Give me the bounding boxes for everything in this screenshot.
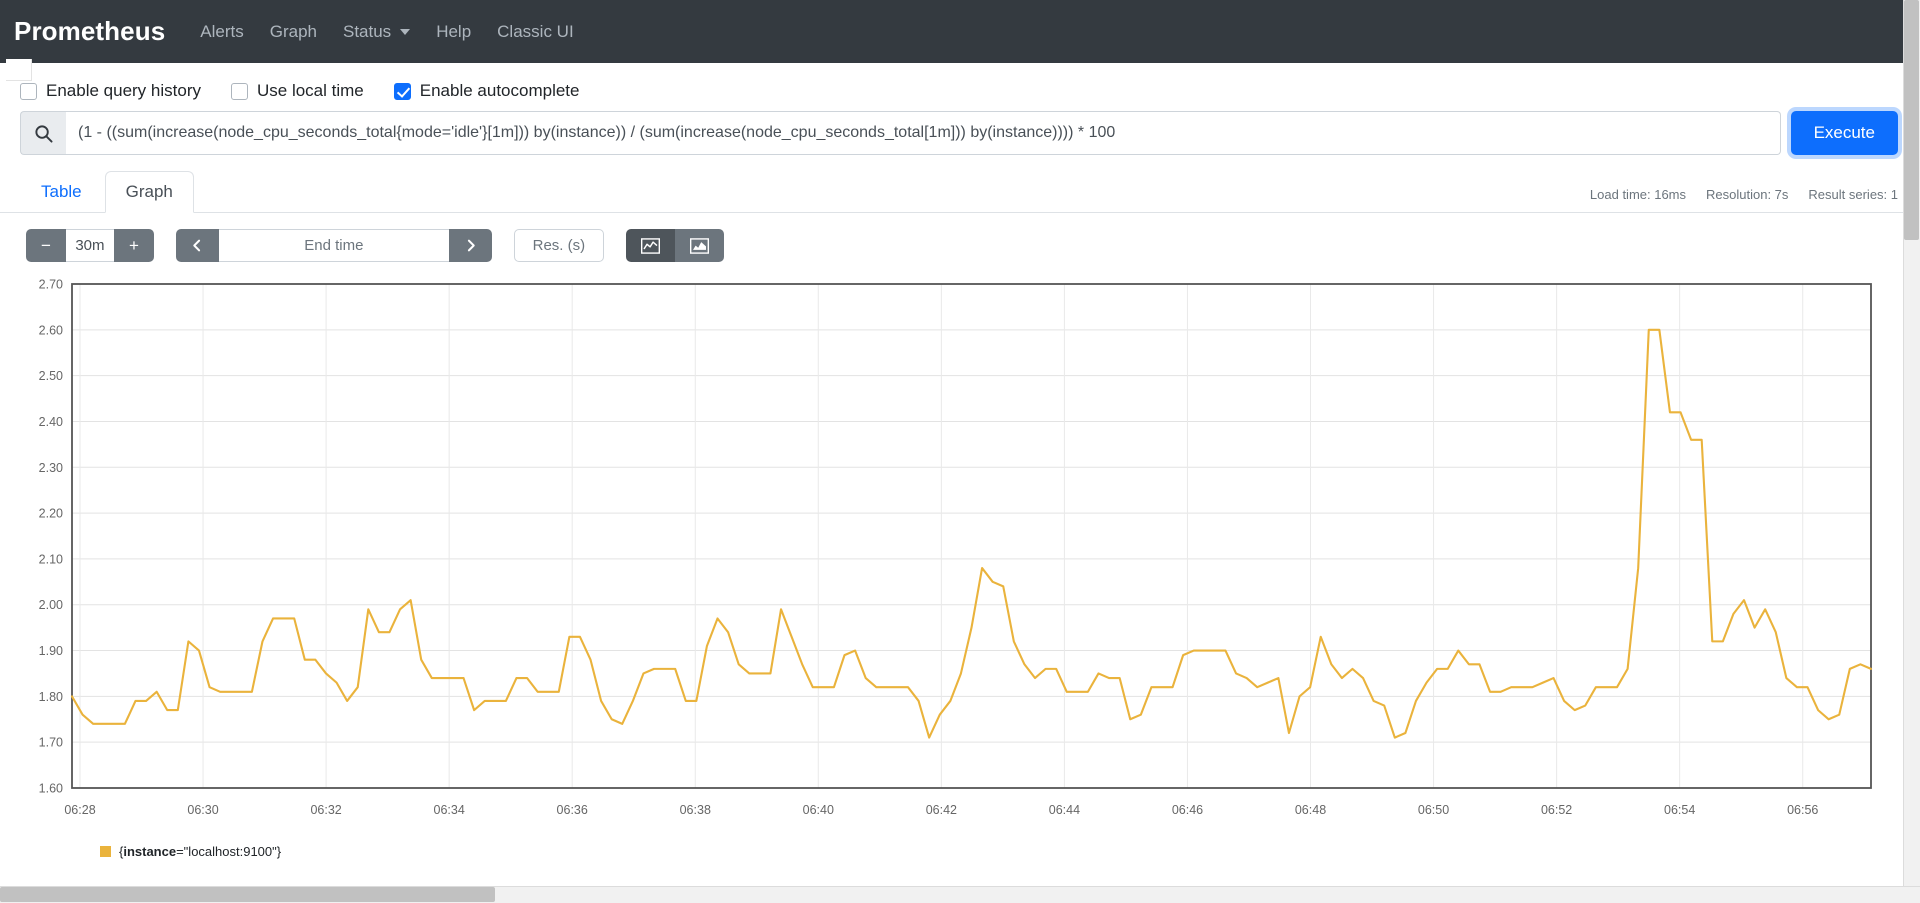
- chevron-right-icon: [467, 239, 475, 252]
- x-axis-tick-label: 06:42: [926, 803, 957, 817]
- checkbox-query-history-label: Enable query history: [46, 81, 201, 100]
- x-axis-tick-label: 06:48: [1295, 803, 1326, 817]
- stat-load-time: Load time: 16ms: [1589, 187, 1687, 202]
- endtime-input[interactable]: End time: [218, 229, 449, 262]
- area-chart-icon: [689, 237, 709, 254]
- brand-prometheus[interactable]: Prometheus: [14, 16, 165, 47]
- x-axis-tick-label: 06:50: [1418, 803, 1449, 817]
- y-axis-tick-label: 1.80: [39, 690, 63, 704]
- nav-item-classic-ui[interactable]: Classic UI: [484, 14, 587, 50]
- nav-item-help-label: Help: [436, 21, 472, 41]
- x-axis-tick-label: 06:46: [1172, 803, 1203, 817]
- y-axis-tick-label: 2.40: [39, 415, 63, 429]
- x-axis-tick-label: 06:44: [1049, 803, 1080, 817]
- chart-legend: {instance="localhost:9100"}: [0, 826, 1920, 859]
- line-chart-icon: [640, 237, 660, 254]
- checkbox-query-history[interactable]: Enable query history: [20, 81, 201, 101]
- nav-item-alerts[interactable]: Alerts: [187, 14, 256, 50]
- y-axis-tick-label: 1.90: [39, 644, 63, 658]
- result-tabs: Table Graph: [20, 171, 194, 213]
- x-axis-tick-label: 06:40: [803, 803, 834, 817]
- x-axis-tick-label: 06:54: [1664, 803, 1695, 817]
- checkbox-query-history-box[interactable]: [20, 82, 37, 100]
- x-axis-tick-label: 06:36: [557, 803, 588, 817]
- range-control-group: − 30m +: [26, 229, 154, 262]
- x-axis-tick-label: 06:56: [1787, 803, 1818, 817]
- nav-item-classic-ui-label: Classic UI: [497, 21, 574, 41]
- vertical-scrollbar[interactable]: [1903, 0, 1920, 903]
- checkbox-autocomplete[interactable]: Enable autocomplete: [393, 81, 580, 101]
- y-axis-tick-label: 1.70: [39, 736, 63, 750]
- y-axis-tick-label: 2.00: [39, 598, 63, 612]
- chevron-left-icon: [193, 239, 200, 252]
- result-tabs-row: Table Graph Load time: 16ms Resolution: …: [0, 155, 1920, 213]
- query-options-row: Enable query history Use local time Enab…: [0, 63, 1920, 111]
- y-axis-tick-label: 2.10: [39, 552, 63, 566]
- x-axis-tick-label: 06:30: [187, 803, 218, 817]
- nav-item-graph-label: Graph: [269, 21, 317, 41]
- series-line-localhost-9100: [70, 328, 1873, 739]
- checkbox-autocomplete-box[interactable]: [393, 82, 411, 100]
- range-increase-button[interactable]: +: [113, 229, 154, 262]
- x-axis-tick-label: 06:32: [310, 803, 341, 817]
- x-axis-tick-label: 06:38: [680, 803, 711, 817]
- render-artifact-edge: [6, 59, 32, 81]
- vertical-scrollbar-thumb[interactable]: [1904, 0, 1919, 240]
- checkbox-autocomplete-label: Enable autocomplete: [419, 81, 580, 100]
- y-axis-tick-label: 2.30: [39, 461, 63, 475]
- chevron-down-icon: [400, 28, 411, 35]
- endtime-control-group: End time: [175, 229, 492, 262]
- checkbox-local-time-box[interactable]: [230, 82, 248, 100]
- chart-type-line-button[interactable]: [625, 229, 675, 262]
- y-axis-tick-label: 1.60: [39, 782, 63, 796]
- nav-item-status-label: Status: [342, 21, 392, 41]
- range-decrease-button[interactable]: −: [26, 229, 66, 262]
- y-axis-tick-label: 2.20: [39, 507, 63, 521]
- execute-button[interactable]: Execute: [1790, 111, 1898, 155]
- graph-controls: − 30m + End time Res. (s): [0, 213, 1920, 262]
- nav-item-status[interactable]: Status: [330, 14, 423, 50]
- chart-type-stacked-button[interactable]: [674, 229, 724, 262]
- navbar: Prometheus Alerts Graph Status Help Clas…: [0, 0, 1920, 63]
- y-axis-tick-label: 2.60: [39, 323, 63, 337]
- nav-item-alerts-label: Alerts: [200, 21, 244, 41]
- horizontal-scrollbar-thumb[interactable]: [0, 887, 495, 902]
- stat-resolution: Resolution: 7s: [1706, 187, 1789, 202]
- legend-series-label[interactable]: {instance="localhost:9100"}: [119, 844, 281, 859]
- x-axis-tick-label: 06:28: [64, 803, 95, 817]
- timeseries-chart[interactable]: 2.70 2.60 2.50 2.40 2.30 2.20 2.10 2.00 1.90 1.80…: [26, 276, 1876, 821]
- graph-panel: 2.70 2.60 2.50 2.40 2.30 2.20 2.10 2.00 1.90 1.80…: [0, 262, 1920, 826]
- y-axis-tick-label: 2.50: [39, 369, 63, 383]
- horizontal-scrollbar[interactable]: [0, 886, 1920, 903]
- resolution-input[interactable]: Res. (s): [513, 229, 604, 262]
- endtime-prev-button[interactable]: [175, 229, 219, 262]
- y-axis-tick-label: 2.70: [39, 278, 63, 292]
- checkbox-local-time-label: Use local time: [256, 81, 364, 100]
- legend-color-swatch: [100, 846, 111, 857]
- nav-item-help[interactable]: Help: [423, 14, 484, 50]
- chart-type-group: [625, 229, 724, 262]
- stat-result-series: Result series: 1: [1808, 187, 1898, 202]
- query-stats: Load time: 16ms Resolution: 7s Result se…: [1590, 187, 1898, 212]
- x-axis-tick-label: 06:34: [434, 803, 465, 817]
- range-input[interactable]: 30m: [65, 229, 114, 262]
- endtime-next-button[interactable]: [448, 229, 492, 262]
- tab-table[interactable]: Table: [20, 171, 103, 213]
- query-row: (1 - ((sum(increase(node_cpu_seconds_tot…: [0, 111, 1920, 155]
- tab-graph[interactable]: Graph: [104, 171, 194, 213]
- query-expression-input[interactable]: (1 - ((sum(increase(node_cpu_seconds_tot…: [66, 111, 1781, 155]
- search-icon: [20, 111, 66, 155]
- query-input-group: (1 - ((sum(increase(node_cpu_seconds_tot…: [20, 111, 1781, 155]
- checkbox-local-time[interactable]: Use local time: [230, 81, 364, 101]
- x-axis-tick-label: 06:52: [1541, 803, 1572, 817]
- nav-item-graph[interactable]: Graph: [257, 14, 330, 50]
